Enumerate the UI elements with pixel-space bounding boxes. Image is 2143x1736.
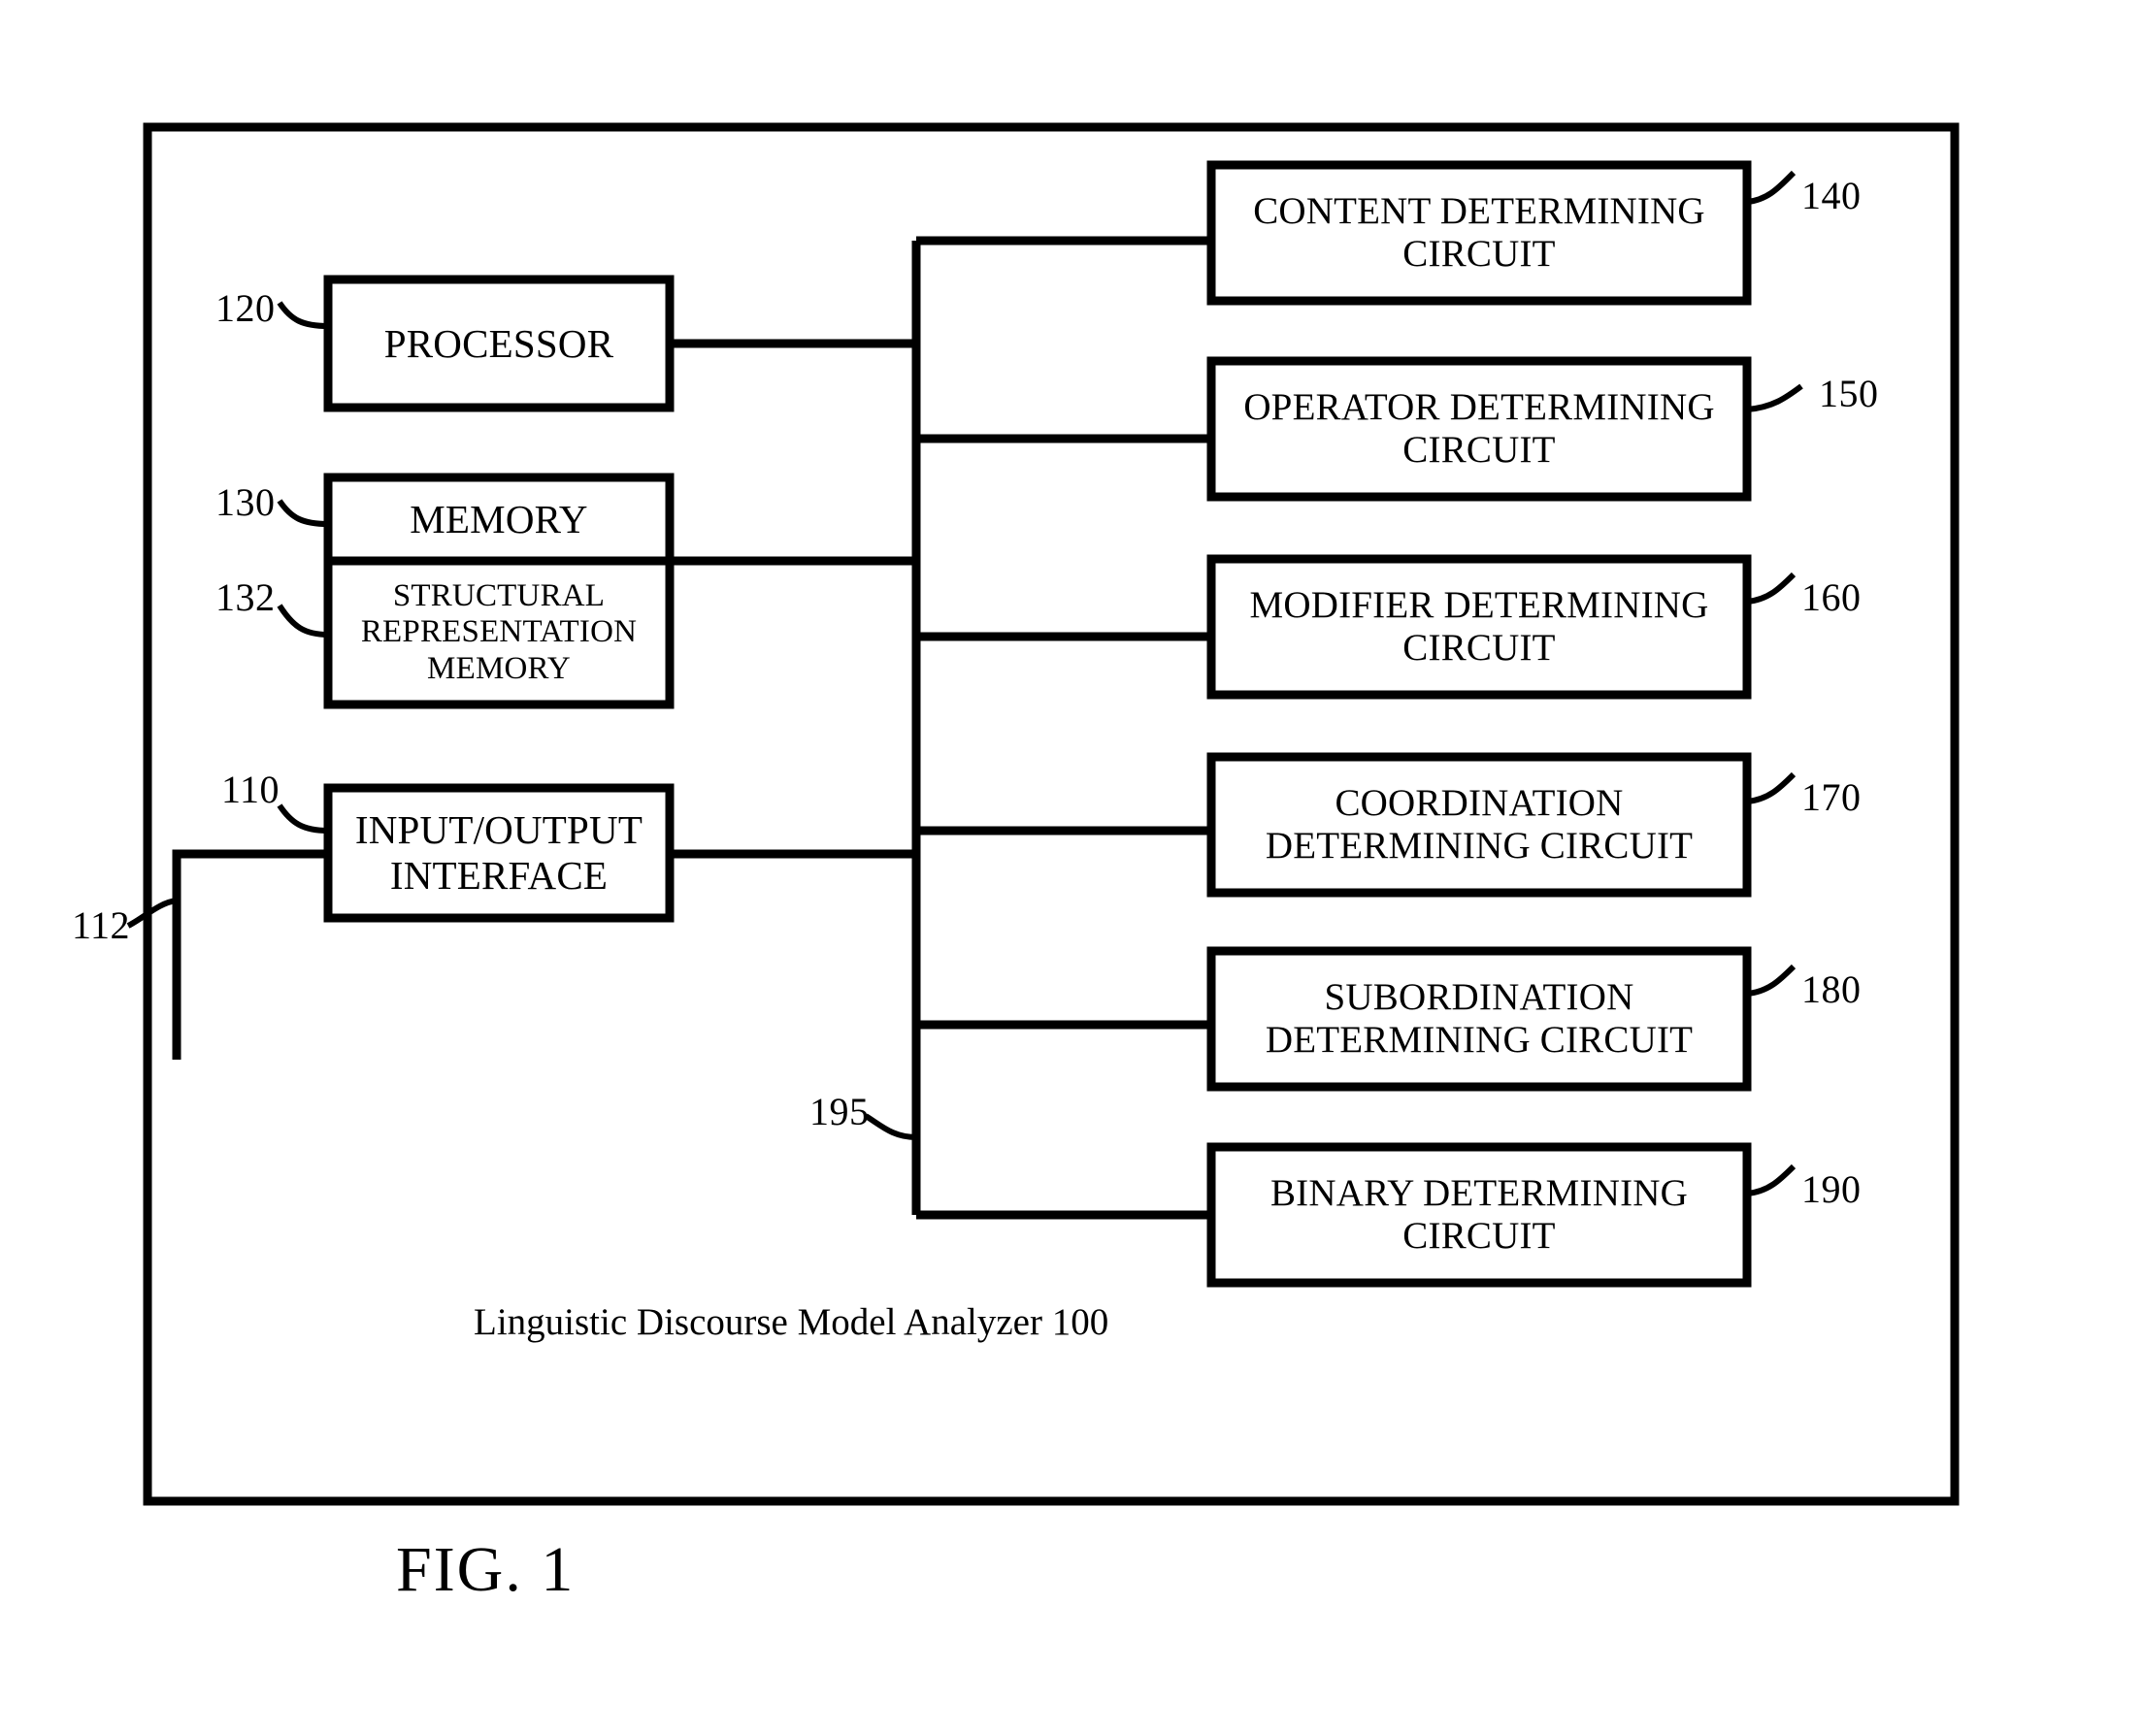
leader-180	[1746, 964, 1797, 997]
subordination-circuit-label: SUBORDINATION DETERMINING CIRCUIT	[1265, 975, 1694, 1061]
reference-number-150: 150	[1819, 372, 1879, 415]
leader-160	[1746, 572, 1797, 605]
leader-190	[1746, 1163, 1797, 1196]
reference-number-195: 195	[809, 1090, 870, 1133]
modifier-circuit-label: MODIFIER DETERMINING CIRCUIT	[1249, 583, 1709, 669]
diagram-linework	[126, 122, 1960, 1506]
leader-130	[277, 499, 329, 527]
leader-140	[1746, 170, 1797, 205]
reference-number-120: 120	[215, 286, 276, 330]
external-connection-line	[172, 849, 328, 1060]
memory-box-label: MEMORY	[410, 496, 588, 541]
operator-circuit-label: OPERATOR DETERMINING CIRCUIT	[1243, 385, 1715, 471]
reference-number-132: 132	[215, 575, 276, 619]
reference-number-160: 160	[1801, 575, 1862, 619]
reference-number-110: 110	[221, 768, 280, 811]
leader-150	[1746, 383, 1803, 412]
io-interface-box-label: INPUT/OUTPUT INTERFACE	[354, 807, 643, 898]
reference-number-190: 190	[1801, 1167, 1862, 1211]
leader-170	[1746, 771, 1797, 804]
leader-120	[277, 301, 329, 329]
leader-110	[277, 803, 329, 834]
reference-number-170: 170	[1801, 775, 1862, 819]
reference-number-180: 180	[1801, 967, 1862, 1011]
sr-memory-box-label: STRUCTURAL REPRESENTATION MEMORY	[360, 577, 638, 686]
system-caption: Linguistic Discourse Model Analyzer 100	[474, 1301, 1109, 1343]
content-circuit-label: CONTENT DETERMINING CIRCUIT	[1253, 189, 1705, 275]
coordination-circuit-label: COORDINATION DETERMINING CIRCUIT	[1265, 781, 1694, 867]
patent-figure-page: PROCESSOR MEMORY STRUCTURAL REPRESENTATIO…	[0, 0, 2143, 1736]
leader-112	[126, 898, 178, 929]
leader-195	[864, 1113, 917, 1140]
figure-title: FIG. 1	[396, 1534, 576, 1605]
leader-132	[277, 604, 329, 638]
binary-circuit-label: BINARY DETERMINING CIRCUIT	[1269, 1171, 1689, 1257]
reference-number-112: 112	[72, 903, 131, 947]
processor-box-label: PROCESSOR	[383, 320, 614, 366]
reference-number-140: 140	[1801, 174, 1862, 217]
reference-number-130: 130	[215, 480, 276, 524]
